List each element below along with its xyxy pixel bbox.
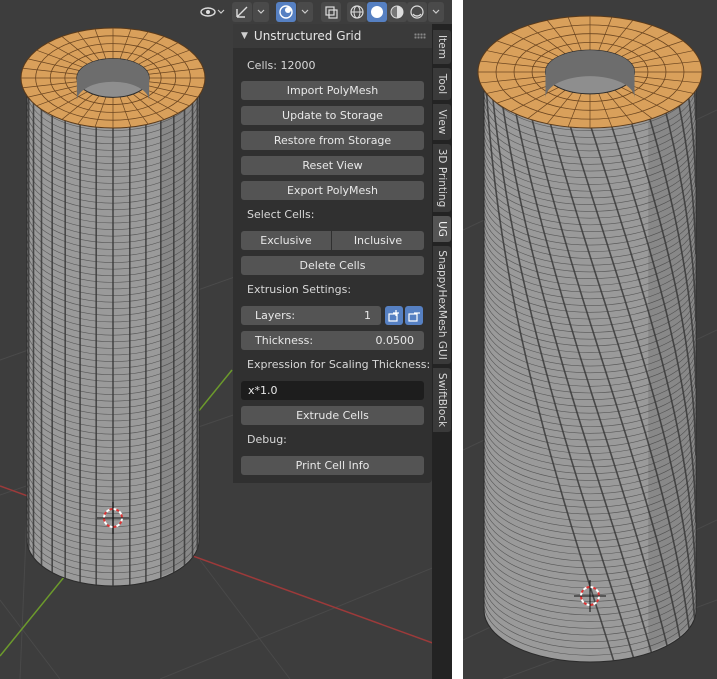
viewport-header	[198, 0, 446, 24]
layer-remove-icon	[408, 311, 420, 322]
viewport-right[interactable]	[463, 0, 717, 679]
extrusion-settings-label: Extrusion Settings:	[247, 283, 352, 296]
layer-remove-button[interactable]	[405, 306, 423, 325]
reset-view-button[interactable]: Reset View	[241, 156, 424, 175]
inclusive-button[interactable]: Inclusive	[332, 231, 424, 250]
chevron-down-icon	[432, 9, 440, 14]
layer-add-button[interactable]	[385, 306, 403, 325]
debug-label: Debug:	[247, 433, 287, 446]
material-shading-button[interactable]	[387, 2, 407, 22]
expression-input[interactable]: x*1.0	[241, 381, 424, 400]
mesh-cylinder-left	[20, 27, 206, 587]
eye-icon	[200, 7, 225, 17]
thickness-field[interactable]: Thickness: 0.0500	[241, 331, 424, 350]
select-cells-label: Select Cells:	[247, 208, 315, 221]
layers-field[interactable]: Layers: 1	[241, 306, 381, 325]
panel-title: Unstructured Grid	[253, 29, 362, 43]
mesh-cylinder-right	[477, 15, 703, 663]
material-shading-icon	[390, 5, 404, 19]
sidebar-tabs: Item Tool View 3D Printing UG SnappyHexM…	[432, 24, 452, 679]
drag-grip-icon[interactable]	[414, 33, 426, 39]
tab-ug[interactable]: UG	[433, 216, 451, 242]
solid-shading-icon	[371, 6, 383, 18]
expression-label: Expression for Scaling Thickness:	[247, 358, 431, 371]
rendered-shading-icon	[410, 5, 424, 19]
overlay-dropdown[interactable]	[297, 2, 313, 22]
visibility-toggle[interactable]	[198, 2, 226, 22]
tab-item[interactable]: Item	[433, 30, 451, 64]
panel-header[interactable]: ▼ Unstructured Grid	[233, 24, 432, 48]
thickness-label: Thickness:	[255, 334, 314, 347]
layers-label: Layers:	[255, 309, 296, 322]
gizmo-toggle[interactable]	[232, 2, 252, 22]
restore-from-storage-button[interactable]: Restore from Storage	[241, 131, 424, 150]
viewport-left[interactable]: ▼ Unstructured Grid Cells: 12000 Import …	[0, 0, 452, 679]
layers-value: 1	[364, 309, 371, 322]
chevron-down-icon	[301, 9, 309, 14]
extrude-cells-button[interactable]: Extrude Cells	[241, 406, 424, 425]
layer-add-icon	[388, 309, 399, 322]
exclusive-button[interactable]: Exclusive	[241, 231, 331, 250]
solid-shading-button[interactable]	[367, 2, 387, 22]
collapse-triangle-icon[interactable]: ▼	[241, 31, 248, 41]
right-scene	[463, 15, 717, 679]
gizmo-dropdown[interactable]	[253, 2, 269, 22]
overlay-icon	[279, 5, 293, 19]
delete-cells-button[interactable]: Delete Cells	[241, 256, 424, 275]
tab-swiftblock[interactable]: SwiftBlock	[433, 368, 451, 432]
update-to-storage-button[interactable]: Update to Storage	[241, 106, 424, 125]
cells-count-label: Cells: 12000	[247, 59, 316, 72]
overlay-toggle[interactable]	[276, 2, 296, 22]
export-polymesh-button[interactable]: Export PolyMesh	[241, 181, 424, 200]
print-cell-info-button[interactable]: Print Cell Info	[241, 456, 424, 475]
tab-3d-printing[interactable]: 3D Printing	[433, 144, 451, 212]
xray-toggle[interactable]	[321, 2, 341, 22]
shading-dropdown[interactable]	[428, 2, 444, 22]
import-polymesh-button[interactable]: Import PolyMesh	[241, 81, 424, 100]
unstructured-grid-panel: ▼ Unstructured Grid Cells: 12000 Import …	[233, 24, 432, 483]
rendered-shading-button[interactable]	[407, 2, 427, 22]
tab-view[interactable]: View	[433, 104, 451, 140]
thickness-value: 0.0500	[375, 334, 415, 347]
xray-icon	[325, 6, 338, 19]
gizmo-icon	[236, 6, 248, 18]
tab-tool[interactable]: Tool	[433, 68, 451, 100]
chevron-down-icon	[257, 9, 265, 14]
tab-snappyhexmesh-gui[interactable]: SnappyHexMesh GUI	[433, 246, 451, 364]
wireframe-shading-icon	[350, 5, 364, 19]
wireframe-shading-button[interactable]	[347, 2, 367, 22]
